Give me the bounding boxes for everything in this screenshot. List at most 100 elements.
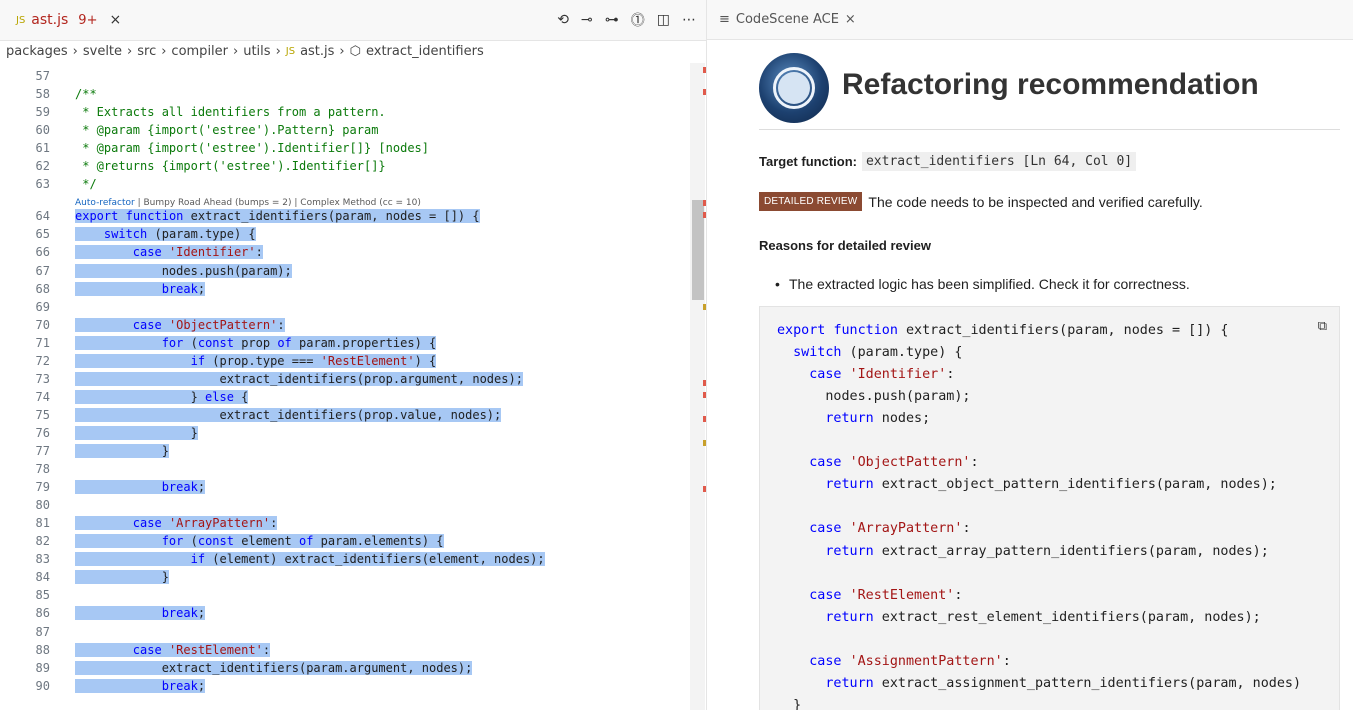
code-line: nodes.push(param); (75, 263, 292, 278)
code-line: case 'Identifier': (75, 245, 263, 260)
go-forward-icon[interactable]: ⊶ (605, 12, 619, 28)
line-number: 59 (35, 105, 50, 120)
reasons-heading: Reasons for detailed review (759, 238, 931, 253)
breadcrumb-symbol[interactable]: extract_identifiers (366, 44, 484, 59)
breadcrumb-packages[interactable]: packages (6, 44, 68, 59)
code-lens-issues: | Bumpy Road Ahead (bumps = 2) | Complex… (134, 198, 421, 208)
review-status: DETAILED REVIEW The code needs to be ins… (759, 192, 1203, 211)
divider (759, 129, 1340, 130)
editor-pane: JS ast.js 9+ × ⟲ ⊸ ⊶ ⓵ ◫ ⋯ packages › sve… (0, 0, 706, 710)
refactored-code-line: case 'ObjectPattern': (809, 455, 979, 471)
go-back-icon[interactable]: ⊸ (581, 12, 593, 28)
auto-refactor-link[interactable]: Auto-refactor (75, 198, 135, 208)
line-number: 73 (35, 371, 50, 386)
line-number: 61 (35, 141, 50, 156)
line-number: 86 (35, 606, 50, 621)
codescene-logo-icon (759, 53, 829, 123)
chevron-right-icon: › (127, 43, 133, 59)
breadcrumb-utils[interactable]: utils (243, 44, 270, 59)
line-number: 80 (35, 498, 50, 513)
line-number: 78 (35, 462, 50, 477)
refactored-code-line: return extract_rest_element_identifiers(… (825, 609, 1261, 625)
target-function-link[interactable]: extract_identifiers [Ln 64, Col 0] (861, 152, 1137, 171)
js-file-icon: JS (16, 14, 26, 26)
close-tab-icon[interactable]: × (845, 12, 856, 27)
copy-icon[interactable]: ⧉ (1318, 319, 1327, 334)
code-line: * @param {import('estree').Pattern} para… (75, 123, 379, 138)
breadcrumb-compiler[interactable]: compiler (171, 44, 228, 59)
function-symbol-icon: ⬡ (349, 43, 361, 59)
code-line: extract_identifiers(prop.argument, nodes… (75, 371, 523, 386)
panel-tab-title: CodeScene ACE (735, 12, 839, 27)
target-label: Target function: (759, 154, 857, 169)
split-editor-icon[interactable]: ◫ (657, 12, 670, 28)
close-tab-icon[interactable]: × (109, 12, 121, 28)
breadcrumb-file[interactable]: ast.js (300, 44, 334, 59)
reason-item: The extracted logic has been simplified.… (775, 276, 1190, 292)
code-line: break; (75, 606, 206, 621)
codescene-panel: ≡ CodeScene ACE × Refactoring recommenda… (706, 0, 1353, 710)
preview-icon: ≡ (719, 12, 730, 27)
breadcrumb-src[interactable]: src (137, 44, 156, 59)
refactored-code-line: case 'RestElement': (809, 587, 963, 603)
line-number: 90 (35, 678, 50, 693)
line-number: 84 (35, 570, 50, 585)
line-number: 68 (35, 281, 50, 296)
line-number: 60 (35, 123, 50, 138)
line-number: 76 (35, 425, 50, 440)
line-number: 62 (35, 159, 50, 174)
timeline-icon[interactable]: ⟲ (557, 12, 569, 28)
code-line: } (75, 570, 169, 585)
editor-scrollbar[interactable] (690, 63, 705, 710)
code-line: * @param {import('estree').Identifier[]}… (75, 141, 430, 156)
code-line: } (75, 425, 198, 440)
tab-filename: ast.js (31, 12, 69, 28)
code-line: if (element) extract_identifiers(element… (75, 552, 545, 567)
line-number: 89 (35, 660, 50, 675)
line-number: 70 (35, 317, 50, 332)
code-line: for (const prop of param.properties) { (75, 335, 437, 350)
refactored-code-block[interactable]: ⧉ export function extract_identifiers(pa… (759, 306, 1340, 710)
code-line: } (75, 444, 169, 458)
code-line: for (const element of param.elements) { (75, 534, 444, 549)
line-number: 64 (35, 209, 50, 224)
line-number: 74 (35, 389, 50, 404)
line-number: 88 (35, 642, 50, 657)
code-line: extract_identifiers(prop.value, nodes); (75, 407, 502, 422)
refactored-code-line: return extract_array_pattern_identifiers… (825, 543, 1269, 559)
code-line: break; (75, 678, 206, 693)
code-line: * @returns {import('estree').Identifier[… (75, 159, 386, 174)
editor-actions: ⟲ ⊸ ⊶ ⓵ ◫ ⋯ (557, 0, 696, 40)
chevron-right-icon: › (339, 43, 345, 59)
tab-ast-js[interactable]: JS ast.js 9+ × (16, 0, 121, 40)
code-line: break; (75, 480, 206, 495)
refactored-code-line: case 'AssignmentPattern': (809, 653, 1011, 669)
line-number: 75 (35, 407, 50, 422)
code-line: extract_identifiers(param.argument, node… (75, 660, 473, 675)
code-line: /** (75, 87, 97, 102)
code-line: case 'ArrayPattern': (75, 516, 278, 531)
breadcrumb-svelte[interactable]: svelte (83, 44, 122, 59)
code-line: */ (75, 177, 97, 192)
line-number: 82 (35, 534, 50, 549)
refactored-code-line: return extract_object_pattern_identifier… (825, 477, 1277, 493)
code-line: break; (75, 281, 206, 296)
line-number: 65 (35, 227, 50, 242)
code-line: switch (param.type) { (75, 227, 256, 242)
refactored-code-line: case 'ArrayPattern': (809, 521, 971, 537)
more-actions-icon[interactable]: ⋯ (682, 12, 696, 28)
code-editor[interactable]: Auto-refactor | Bumpy Road Ahead (bumps … (0, 63, 706, 710)
chevron-right-icon: › (161, 43, 167, 59)
refactored-code-line: return extract_assignment_pattern_identi… (825, 675, 1302, 691)
detailed-review-badge: DETAILED REVIEW (759, 192, 863, 211)
refactored-code-line: return nodes; (825, 411, 931, 427)
refactored-code-line: case 'Identifier': (809, 367, 955, 383)
codescene-icon[interactable]: ⓵ (631, 10, 645, 30)
code-line: * Extracts all identifiers from a patter… (75, 105, 386, 120)
tab-codescene-ace[interactable]: ≡ CodeScene ACE × (707, 0, 1353, 40)
line-number: 85 (35, 588, 50, 603)
code-line: case 'ObjectPattern': (75, 317, 285, 332)
line-number: 79 (35, 480, 50, 495)
review-text: The code needs to be inspected and verif… (868, 193, 1203, 210)
code-line: export function extract_identifiers(para… (75, 209, 480, 224)
